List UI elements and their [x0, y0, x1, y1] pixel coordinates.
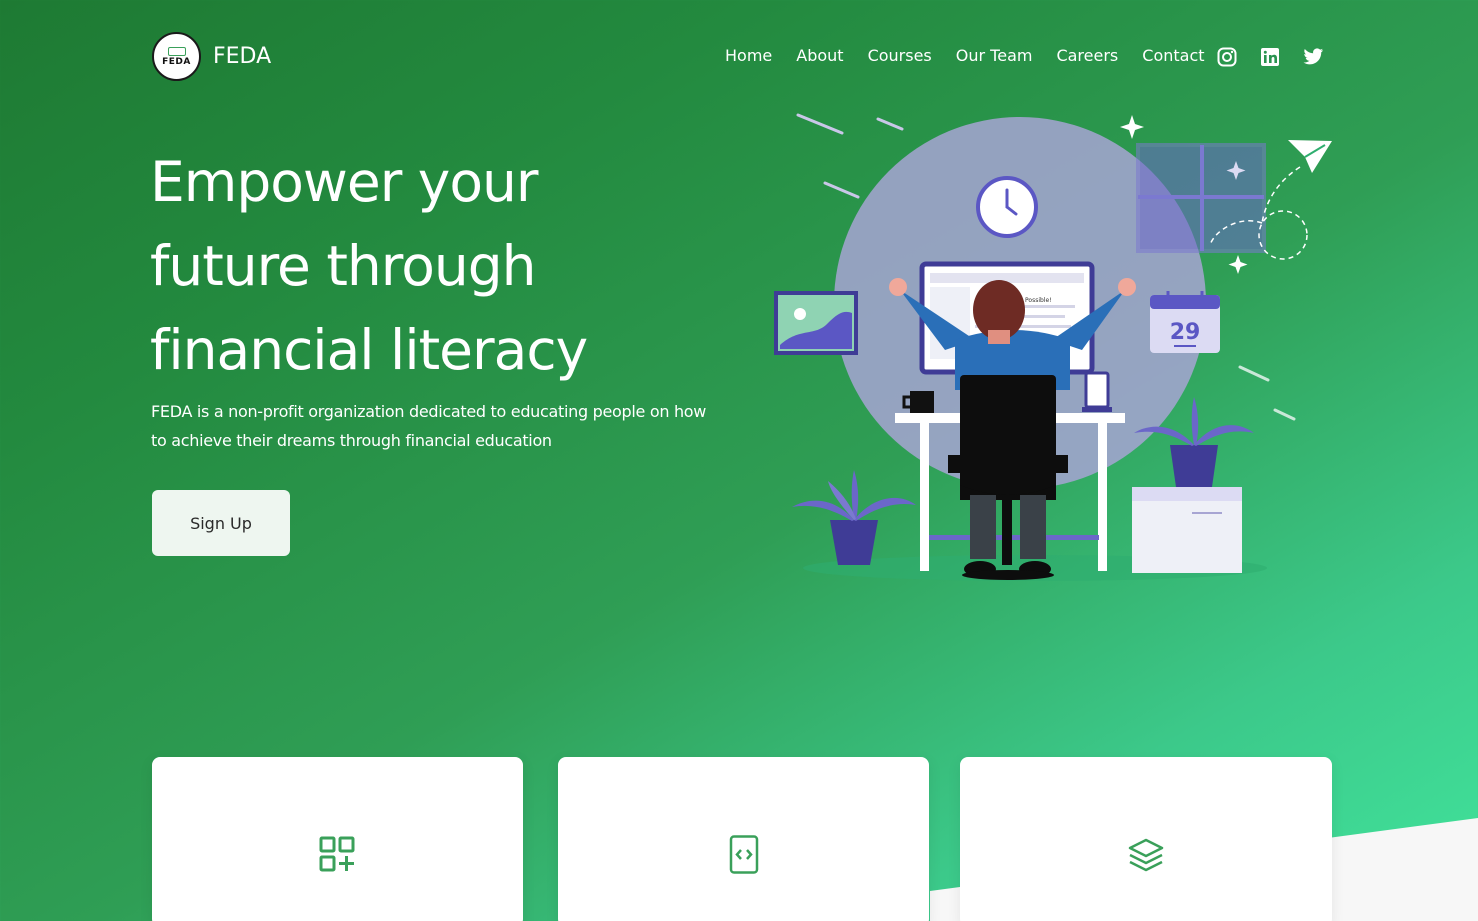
feature-card-3[interactable] [960, 757, 1332, 921]
social-links [1216, 46, 1345, 68]
nav-our-team[interactable]: Our Team [956, 46, 1033, 65]
layers-icon [1128, 838, 1164, 872]
nav-courses[interactable]: Courses [868, 46, 932, 65]
hero-illustration: 29 Possible! [774, 113, 1332, 581]
logo-badge: FEDA [152, 32, 201, 81]
nav-careers[interactable]: Careers [1056, 46, 1118, 65]
nav-about[interactable]: About [796, 46, 843, 65]
code-file-icon [729, 835, 758, 874]
linkedin-icon[interactable] [1259, 46, 1281, 68]
hero-title-line-3: financial literacy [150, 318, 588, 382]
nav-contact[interactable]: Contact [1142, 46, 1204, 65]
apps-add-icon [319, 836, 354, 872]
feature-card-1[interactable] [152, 757, 523, 921]
twitter-icon[interactable] [1302, 46, 1324, 68]
hero-description: FEDA is a non-profit organization dedica… [151, 402, 707, 450]
hero-title: Empower your future through financial li… [150, 140, 710, 392]
calendar-day: 29 [1170, 320, 1201, 345]
nav-home[interactable]: Home [725, 46, 772, 65]
main-nav: Home About Courses Our Team Careers Cont… [725, 46, 1229, 65]
screen-text: Possible! [1025, 297, 1052, 304]
logo-badge-text: FEDA [162, 56, 191, 67]
instagram-icon[interactable] [1216, 46, 1238, 68]
sign-up-button[interactable]: Sign Up [152, 490, 290, 556]
brand-name: FEDA [213, 44, 272, 69]
hero-title-line-2: future through [150, 234, 536, 298]
hero-title-line-1: Empower your [150, 150, 538, 214]
money-icon [167, 46, 186, 56]
logo[interactable]: FEDA FEDA [152, 32, 271, 81]
feature-card-2[interactable] [558, 757, 929, 921]
